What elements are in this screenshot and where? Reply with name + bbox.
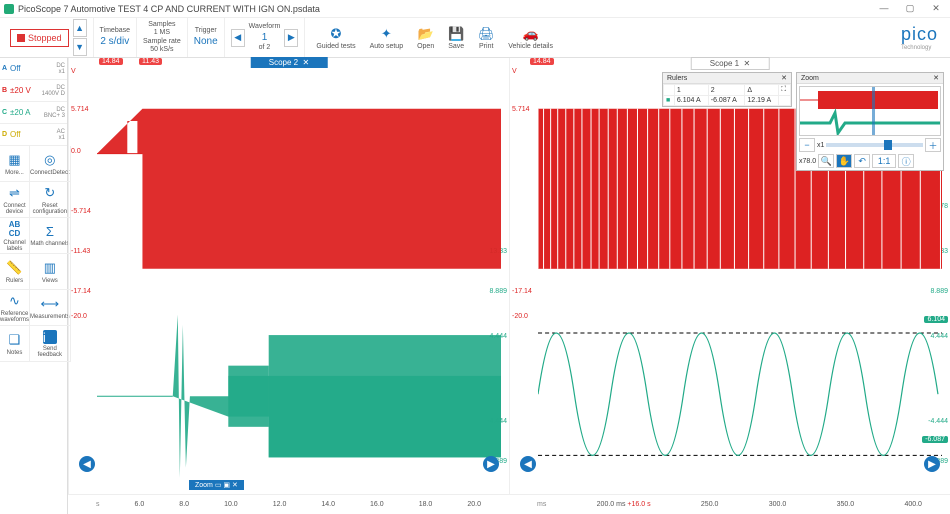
trigger-control[interactable]: Trigger None [194, 27, 218, 47]
waveform-next-button[interactable]: ▶ [284, 29, 298, 47]
reference-waveforms-button[interactable]: ∿Reference waveforms [0, 290, 30, 326]
zoom-close-icon[interactable]: ✕ [933, 74, 939, 82]
views-button[interactable]: ▥Views [30, 254, 71, 290]
send-feedback-button[interactable]: iSend feedback [30, 326, 71, 362]
window-close-button[interactable]: ✕ [926, 3, 946, 14]
print-button[interactable]: 🖨Print [473, 26, 499, 50]
brand-logo: pico Technology [893, 18, 946, 57]
open-button[interactable]: 📂Open [412, 26, 439, 50]
stop-icon [17, 34, 25, 42]
main-toolbar: Stopped ▲ ▼ Timebase 2 s/div Samples 1 M… [0, 18, 950, 58]
wave-icon: ∿ [9, 293, 20, 309]
math-channels-button[interactable]: ΣMath channels [30, 218, 71, 254]
zoom-scale-val: x78.0 [799, 158, 816, 165]
rulers-close-icon[interactable]: ✕ [781, 74, 787, 82]
scope-1-tab[interactable]: Scope 1 ✕ [691, 57, 770, 70]
scope-2-pane[interactable]: Scope 2 ✕ 14.84 11.43 V 5.714 0.0 -5.714… [68, 58, 509, 494]
rulers-panel[interactable]: Rulers ✕ 12Δ⛶ ■6.104 A-6.087 A12.19 A [662, 72, 792, 107]
left-sidebar: AOff DCx1 B±20 V DC1400V D C±20 A DCBNC+… [0, 58, 68, 514]
zoom-tool-magnify[interactable]: 🔍 [818, 154, 834, 168]
timebase-control[interactable]: Timebase 2 s/div [100, 27, 130, 47]
grid-icon: ▦ [8, 152, 20, 168]
reset-config-button[interactable]: ↻Reset configuration [30, 182, 71, 218]
marker-right-a[interactable]: 14.84 [530, 58, 554, 65]
marker-left-b[interactable]: 11.43 [139, 58, 162, 65]
x-axis-row: s 6.0 8.0 10.0 12.0 14.0 16.0 18.0 20.0 … [68, 494, 950, 514]
channel-c-control[interactable]: C±20 A DCBNC+ 3 [0, 102, 67, 124]
measurements-button[interactable]: ⟷Measurements [30, 290, 71, 326]
scope-container: Scope 2 ✕ 14.84 11.43 V 5.714 0.0 -5.714… [68, 58, 950, 514]
channel-a-control[interactable]: AOff DCx1 [0, 58, 67, 80]
scope1-nav-left[interactable]: ◀ [520, 456, 536, 472]
more-button[interactable]: ▦More... [0, 146, 30, 182]
scope1-nav-right[interactable]: ▶ [924, 456, 940, 472]
scope-2-tab[interactable]: Scope 2 ✕ [251, 57, 328, 68]
run-state-label: Stopped [28, 33, 62, 43]
zoom-title: Zoom [801, 75, 819, 82]
caliper-icon: ⟷ [41, 296, 60, 312]
sigma-icon: Σ [46, 224, 54, 239]
window-maximize-button[interactable]: ▢ [900, 3, 920, 14]
zoom-overview[interactable] [799, 86, 941, 136]
channel-b-control[interactable]: B±20 V DC1400V D [0, 80, 67, 102]
rulers-title: Rulers [667, 75, 687, 82]
scope2-nav-right[interactable]: ▶ [483, 456, 499, 472]
zoom-tool-pan[interactable]: ✋ [836, 154, 852, 168]
zoom-panel[interactable]: Zoom ✕ − x1 ＋ x78.0 [796, 72, 944, 171]
auto-setup-button[interactable]: ✦Auto setup [365, 26, 408, 50]
guided-tests-button[interactable]: ✪Guided tests [311, 26, 360, 50]
folder-open-icon: 📂 [418, 26, 434, 42]
run-stop-button[interactable]: Stopped [10, 29, 69, 47]
channel-labels-button[interactable]: ABCDChannel labels [0, 218, 30, 254]
zoom-undo-button[interactable]: ↶ [854, 154, 870, 168]
samples-readout: Samples 1 MS Sample rate 50 kS/s [143, 21, 181, 55]
notes-button[interactable]: ❑Notes [0, 326, 30, 362]
window-title: PicoScope 7 Automotive TEST 4 CP AND CUR… [18, 4, 874, 14]
zoom-slider[interactable] [826, 143, 923, 147]
compass-icon: ✪ [328, 26, 344, 42]
connect-detect-button[interactable]: ◎ConnectDetect [30, 146, 71, 182]
layout-icon: ▥ [44, 260, 56, 276]
car-icon: 🚗 [523, 26, 539, 42]
rulers-table: 12Δ⛶ ■6.104 A-6.087 A12.19 A [663, 84, 791, 106]
ruler-icon: 📏 [6, 260, 22, 276]
zoom-in-button[interactable]: ＋ [925, 138, 941, 152]
zoom-reset-button[interactable]: 1:1 [872, 154, 896, 168]
scope-2-waveform [97, 70, 501, 488]
wand-icon: ✦ [378, 26, 394, 42]
zoom-out-button[interactable]: − [799, 138, 815, 152]
marker-left-a[interactable]: 14.84 [99, 58, 123, 65]
channel-d-control[interactable]: DOff ACx1 [0, 124, 67, 146]
waveform-prev-button[interactable]: ◀ [231, 29, 245, 47]
zoom-info-button[interactable]: ⓘ [898, 154, 914, 168]
vehicle-details-button[interactable]: 🚗Vehicle details [503, 26, 558, 50]
connect-device-button[interactable]: ⇌Connect device [0, 182, 30, 218]
usb-icon: ⇌ [9, 185, 20, 201]
save-button[interactable]: 💾Save [443, 26, 469, 50]
window-minimize-button[interactable]: — [874, 3, 894, 14]
app-icon [4, 4, 14, 14]
labels-icon: ABCD [9, 220, 21, 238]
save-icon: 💾 [448, 26, 464, 42]
window-titlebar: PicoScope 7 Automotive TEST 4 CP AND CUR… [0, 0, 950, 18]
prev-waveform-button[interactable]: ▲ [73, 19, 87, 37]
print-icon: 🖨 [478, 26, 494, 42]
scope2-xaxis: s 6.0 8.0 10.0 12.0 14.0 16.0 18.0 20.0 [68, 494, 509, 514]
scope1-xaxis: ms 200.0 ms +16.0 s 250.0 300.0 350.0 40… [509, 494, 950, 514]
target-icon: ◎ [44, 152, 55, 168]
feedback-icon: i [43, 330, 57, 344]
waveform-indicator[interactable]: Waveform 1 of 2 [249, 23, 281, 52]
refresh-icon: ↻ [44, 185, 55, 201]
rulers-button[interactable]: 📏Rulers [0, 254, 30, 290]
zoom-status-left[interactable]: Zoom ▭ ▣ ✕ [189, 480, 244, 490]
scope2-nav-left[interactable]: ◀ [79, 456, 95, 472]
next-waveform-button[interactable]: ▼ [73, 38, 87, 56]
note-icon: ❑ [9, 332, 21, 348]
zoom-scale-min: x1 [817, 142, 824, 149]
